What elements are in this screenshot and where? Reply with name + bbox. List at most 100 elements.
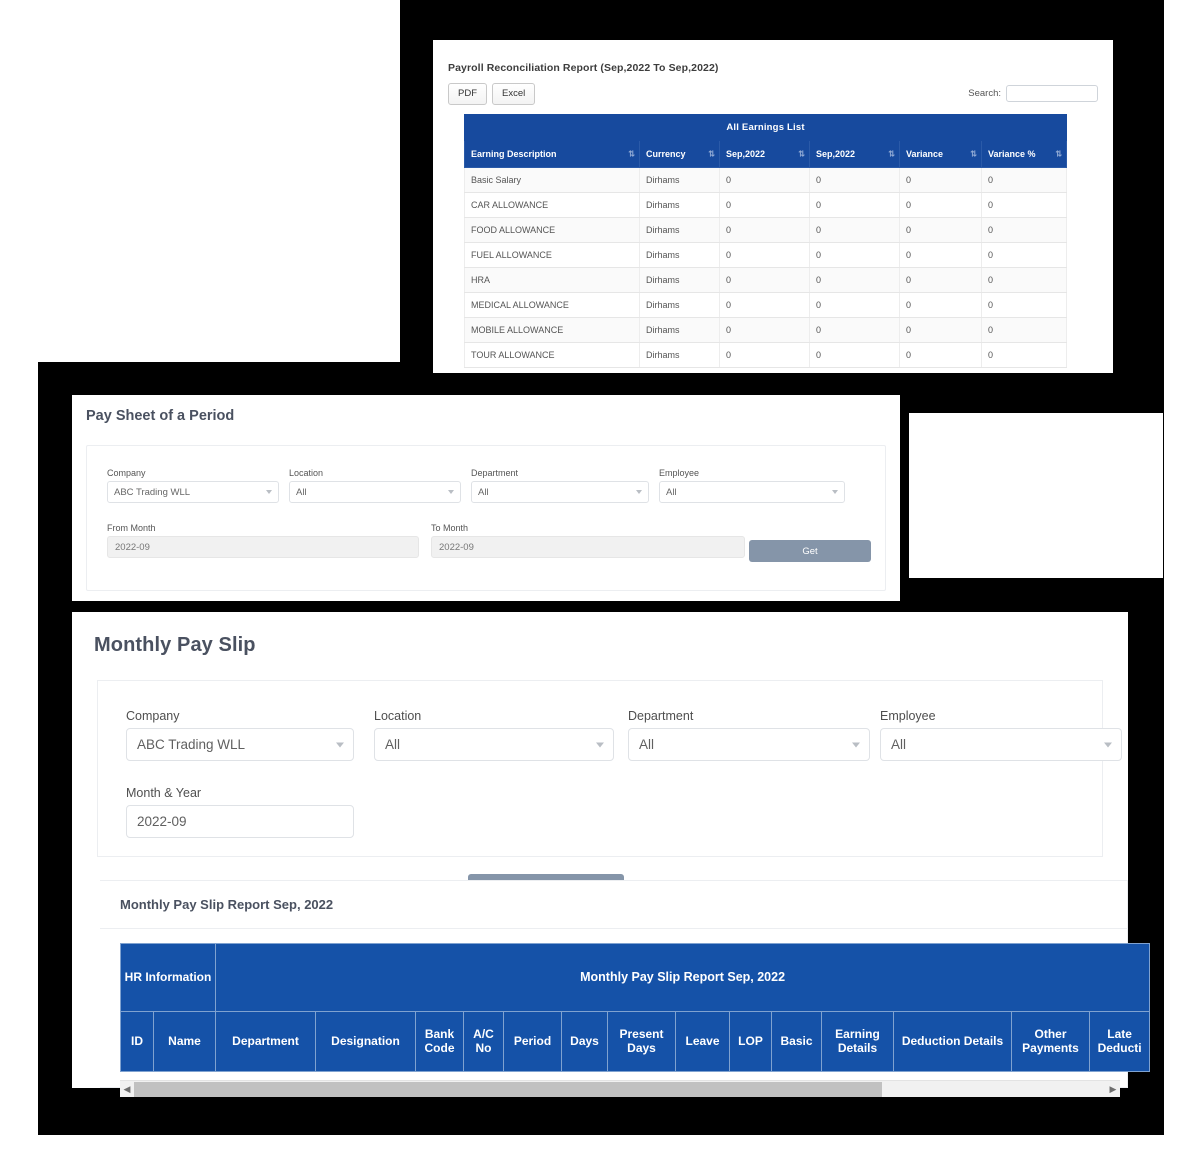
col-currency[interactable]: Currency ⇅ [639,140,720,168]
cell-description: MOBILE ALLOWANCE [464,317,640,343]
all-earnings-table: All Earnings List Earning Description ⇅ … [463,114,1068,368]
table-row: FUEL ALLOWANCE Dirhams 0 0 0 0 [464,242,1068,268]
table-row: FOOD ALLOWANCE Dirhams 0 0 0 0 [464,217,1068,243]
month-year-value: 2022-09 [137,814,187,829]
cell-period-2: 0 [809,192,900,218]
col-earning-description[interactable]: Earning Description ⇅ [464,140,640,168]
table-row: MEDICAL ALLOWANCE Dirhams 0 0 0 0 [464,292,1068,318]
cell-period-2: 0 [809,317,900,343]
sort-icon: ⇅ [888,149,895,159]
scroll-right-arrow-icon[interactable]: ▶ [1106,1084,1120,1095]
col-department[interactable]: Department [215,1011,316,1072]
sort-icon: ⇅ [628,149,635,159]
col-variance-pct[interactable]: Variance % ⇅ [980,140,1068,168]
chevron-down-icon [1104,742,1112,747]
company-select[interactable]: ABC Trading WLL [126,728,354,761]
from-month-input[interactable]: 2022-09 [107,536,419,558]
col-days[interactable]: Days [561,1011,608,1072]
cell-period-1: 0 [719,167,810,193]
col-label: Earning Description [471,149,557,159]
field-department: Department All [628,709,870,761]
cell-variance-pct: 0 [980,192,1068,218]
location-select[interactable]: All [289,481,461,503]
col-other-payments[interactable]: Other Payments [1011,1011,1090,1072]
label-to-month: To Month [431,523,469,533]
table-row: Basic Salary Dirhams 0 0 0 0 [464,167,1068,193]
cell-currency: Dirhams [639,317,720,343]
chevron-down-icon [266,490,272,494]
cell-currency: Dirhams [639,342,720,368]
scroll-left-arrow-icon[interactable]: ◀ [120,1084,134,1095]
monthly-pay-slip-report-table: HR Information Monthly Pay Slip Report S… [120,943,1151,1072]
cell-currency: Dirhams [639,267,720,293]
col-label: Variance [906,149,944,159]
col-label: Sep,2022 [726,149,766,159]
department-select[interactable]: All [628,728,870,761]
hr-information-header: HR Information [120,943,216,1012]
col-earning-details[interactable]: Earning Details [821,1011,894,1072]
cell-variance: 0 [899,192,982,218]
cell-period-2: 0 [809,217,900,243]
field-company: Company ABC Trading WLL [126,709,354,761]
report-span-header: Monthly Pay Slip Report Sep, 2022 [214,943,1151,1012]
cell-period-2: 0 [809,292,900,318]
sort-icon: ⇅ [970,149,977,159]
col-late-deductions[interactable]: Late Deducti [1088,1011,1151,1072]
cell-currency: Dirhams [639,192,720,218]
company-value: ABC Trading WLL [114,486,191,498]
department-select[interactable]: All [471,481,649,503]
cell-description: Basic Salary [464,167,640,193]
scrollbar-track[interactable] [134,1081,1106,1097]
cell-description: TOUR ALLOWANCE [464,342,640,368]
employee-select[interactable]: All [659,481,845,503]
scrollbar-thumb[interactable] [134,1081,883,1097]
month-year-input[interactable]: 2022-09 [126,805,354,838]
excel-export-button[interactable]: Excel [492,83,536,105]
col-id[interactable]: ID [120,1011,154,1072]
label-department: Department [471,468,519,478]
table-row: CAR ALLOWANCE Dirhams 0 0 0 0 [464,192,1068,218]
chevron-down-icon [636,490,642,494]
cell-description: FUEL ALLOWANCE [464,242,640,268]
col-lop[interactable]: LOP [729,1011,772,1072]
cell-period-1: 0 [719,292,810,318]
col-basic[interactable]: Basic [771,1011,822,1072]
col-period[interactable]: Period [503,1011,562,1072]
pay-sheet-form-card: Company ABC Trading WLL Location All Dep… [86,445,886,591]
col-deduction-details[interactable]: Deduction Details [893,1011,1012,1072]
cell-period-1: 0 [719,217,810,243]
col-period-1[interactable]: Sep,2022 ⇅ [719,140,810,168]
cell-period-2: 0 [809,242,900,268]
cell-variance: 0 [899,167,982,193]
field-employee: Employee All [659,468,845,503]
employee-select[interactable]: All [880,728,1122,761]
col-designation[interactable]: Designation [315,1011,416,1072]
col-ac-no[interactable]: A/C No [463,1011,504,1072]
monthly-pay-slip-title: Monthly Pay Slip [94,634,256,656]
from-month-value: 2022-09 [115,541,150,553]
col-label: Sep,2022 [816,149,856,159]
company-select[interactable]: ABC Trading WLL [107,481,279,503]
cell-period-1: 0 [719,267,810,293]
search-input[interactable] [1006,85,1098,102]
col-leave[interactable]: Leave [675,1011,730,1072]
chevron-down-icon [596,742,604,747]
location-select[interactable]: All [374,728,614,761]
col-name[interactable]: Name [153,1011,216,1072]
col-bank-code[interactable]: Bank Code [415,1011,464,1072]
pdf-export-button[interactable]: PDF [448,83,487,105]
field-company: Company ABC Trading WLL [107,468,279,503]
location-value: All [296,486,307,498]
to-month-value: 2022-09 [439,541,474,553]
field-department: Department All [471,468,649,503]
to-month-input[interactable]: 2022-09 [431,536,745,558]
field-to-month: To Month 2022-09 [431,523,745,558]
col-period-2[interactable]: Sep,2022 ⇅ [809,140,900,168]
cell-variance: 0 [899,342,982,368]
cell-variance-pct: 0 [980,267,1068,293]
report-horizontal-scrollbar[interactable]: ◀ ▶ [120,1080,1120,1097]
cell-period-2: 0 [809,267,900,293]
paysheet-get-button[interactable]: Get [749,540,871,562]
col-variance[interactable]: Variance ⇅ [899,140,982,168]
col-present-days[interactable]: Present Days [607,1011,676,1072]
